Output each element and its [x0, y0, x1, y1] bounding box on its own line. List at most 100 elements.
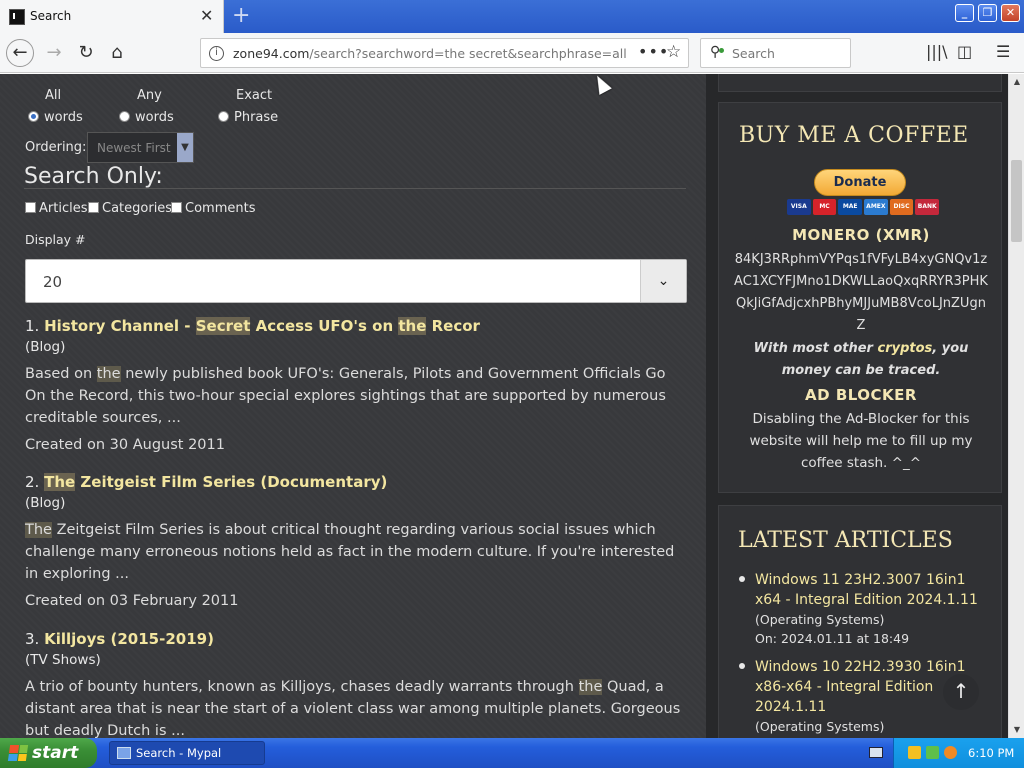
bullet — [739, 576, 745, 582]
radio-dot[interactable] — [218, 111, 229, 122]
page-content: All words Any words Exact Phrase Orderin… — [0, 74, 1008, 738]
result-title-link[interactable]: Killjoys (2015-2019) — [44, 630, 214, 648]
bullet — [739, 663, 745, 669]
coffee-title: BUY ME A COFFEE — [739, 123, 969, 148]
new-tab-button[interactable]: + — [232, 3, 250, 28]
minimize-button[interactable]: _ — [955, 4, 974, 22]
visa-card-icon: VISA — [787, 199, 811, 215]
donate-button[interactable]: Donate — [814, 169, 906, 196]
forward-button[interactable]: → — [40, 39, 68, 67]
info-icon[interactable]: i — [209, 46, 224, 61]
display-count-select[interactable]: 20 ⌄ — [25, 259, 687, 303]
display-count-value: 20 — [43, 273, 63, 291]
result-snippet: A trio of bounty hunters, known as Killj… — [25, 679, 681, 738]
network-icon[interactable] — [926, 746, 939, 759]
title-bar: Search ✕ + _ ❐ ✕ — [0, 0, 1024, 33]
sidebar-toggle-icon[interactable]: ◫ — [957, 42, 972, 61]
checkbox-comments[interactable]: Comments — [171, 201, 255, 216]
magnifier-icon[interactable] — [944, 746, 957, 759]
coffee-box: BUY ME A COFFEE Donate VISA MC MAE AMEX … — [718, 102, 1002, 493]
search-result: 1. History Channel - Secret Access UFO's… — [25, 317, 685, 453]
result-category: (Blog) — [25, 495, 66, 511]
divider — [24, 188, 686, 189]
maximize-button[interactable]: ❐ — [978, 4, 997, 22]
radio-exact-phrase[interactable]: Phrase — [218, 110, 278, 125]
url-bar[interactable]: i zone94.com/search?searchword=the secre… — [200, 38, 689, 68]
checkbox-box[interactable] — [88, 202, 99, 213]
radio-dot[interactable] — [119, 111, 130, 122]
result-date: Created on 03 February 2011 — [25, 593, 239, 609]
taskbar: start Search - Mypal 6:10 PM — [0, 738, 1024, 768]
bookmark-star-icon[interactable]: ☆ — [666, 42, 681, 62]
back-button[interactable]: ← — [6, 39, 34, 67]
article-category: (Operating Systems) — [755, 612, 885, 627]
checkbox-box[interactable] — [171, 202, 182, 213]
search-result: 3. Killjoys (2015-2019) (TV Shows) A tri… — [25, 630, 685, 738]
scroll-down-icon[interactable]: ▼ — [1009, 722, 1024, 738]
ordering-select[interactable]: Newest First ▼ — [87, 132, 194, 163]
bank-card-icon: BANK — [915, 199, 940, 215]
radio-all-words[interactable]: words — [28, 110, 83, 125]
shield-icon[interactable] — [908, 746, 921, 759]
close-window-button[interactable]: ✕ — [1001, 4, 1020, 22]
chevron-down-icon[interactable]: ⌄ — [640, 260, 686, 302]
checkbox-articles[interactable]: Articles — [25, 201, 87, 216]
home-button[interactable]: ⌂ — [103, 39, 131, 67]
ordering-value: Newest First — [97, 141, 171, 155]
keyboard-icon[interactable] — [869, 747, 883, 758]
page-actions-icon[interactable]: ••• — [638, 42, 669, 61]
amex-icon: AMEX — [864, 199, 888, 215]
article-item: Windows 11 23H2.3007 16in1 x64 - Integra… — [739, 570, 995, 648]
result-title-link[interactable]: History Channel - Secret Access UFO's on… — [44, 317, 480, 335]
latest-articles-title: LATEST ARTICLES — [738, 528, 953, 553]
radio-label-any: Any — [137, 88, 162, 103]
library-icon[interactable]: |||\ — [926, 42, 948, 61]
site-favicon-icon — [9, 9, 25, 25]
right-sidebar: BUY ME A COFFEE Donate VISA MC MAE AMEX … — [706, 74, 1008, 738]
chevron-down-icon[interactable]: ▼ — [177, 133, 193, 162]
mastercard-icon: MC — [812, 199, 837, 215]
article-link[interactable]: Windows 11 23H2.3007 16in1 x64 - Integra… — [755, 570, 995, 610]
search-icon: ⚲ — [710, 44, 725, 60]
monero-heading: MONERO (XMR) — [792, 226, 930, 244]
checkbox-categories[interactable]: Categories — [88, 201, 172, 216]
result-category: (TV Shows) — [25, 652, 101, 668]
scroll-up-icon[interactable]: ▲ — [1009, 74, 1024, 90]
result-title-link[interactable]: The Zeitgeist Film Series (Documentary) — [44, 473, 387, 491]
sidebar-box-top — [718, 74, 1002, 92]
scrollbar-thumb[interactable] — [1011, 160, 1022, 242]
main-column: All words Any words Exact Phrase Orderin… — [0, 74, 706, 738]
adblock-text: Disabling the Ad-Blocker for this websit… — [749, 411, 973, 471]
display-count-label: Display # — [25, 232, 86, 247]
tab-close-icon[interactable]: ✕ — [200, 6, 213, 25]
search-bar[interactable]: ⚲ Search — [700, 38, 851, 68]
cryptos-link[interactable]: cryptos — [878, 341, 933, 356]
reload-button[interactable]: ↻ — [72, 39, 100, 67]
radio-dot[interactable] — [28, 111, 39, 122]
scroll-to-top-button[interactable]: ↑ — [943, 674, 979, 710]
checkbox-box[interactable] — [25, 202, 36, 213]
tab-title: Search — [30, 9, 72, 23]
vertical-scrollbar[interactable]: ▲ ▼ — [1008, 74, 1024, 738]
article-category: (Operating Systems) — [755, 719, 885, 734]
result-category: (Blog) — [25, 339, 66, 355]
navigation-toolbar: ← → ↻ ⌂ i zone94.com/search?searchword=t… — [0, 33, 1024, 73]
result-title: 3. Killjoys (2015-2019) — [25, 630, 214, 648]
taskbar-window-item[interactable]: Search - Mypal — [109, 741, 265, 765]
browser-tab[interactable]: Search ✕ — [0, 0, 224, 33]
hamburger-menu-icon[interactable]: ☰ — [996, 42, 1010, 61]
result-snippet: Based on the newly published book UFO's:… — [25, 366, 666, 426]
start-button[interactable]: start — [0, 738, 97, 768]
url-text[interactable]: zone94.com/search?searchword=the secret&… — [233, 46, 627, 61]
radio-any-words[interactable]: words — [119, 110, 174, 125]
result-date: Created on 30 August 2011 — [25, 437, 225, 453]
result-title: 1. History Channel - Secret Access UFO's… — [25, 317, 480, 335]
search-placeholder: Search — [732, 46, 775, 61]
search-only-heading: Search Only: — [24, 164, 163, 189]
adblock-heading: AD BLOCKER — [805, 386, 917, 404]
article-date: On: 2024.01.11 at 18:49 — [755, 631, 910, 646]
result-title: 2. The Zeitgeist Film Series (Documentar… — [25, 473, 388, 491]
clock: 6:10 PM — [968, 746, 1015, 760]
system-tray: 6:10 PM — [893, 738, 1024, 768]
result-snippet: The Zeitgeist Film Series is about criti… — [25, 522, 675, 582]
